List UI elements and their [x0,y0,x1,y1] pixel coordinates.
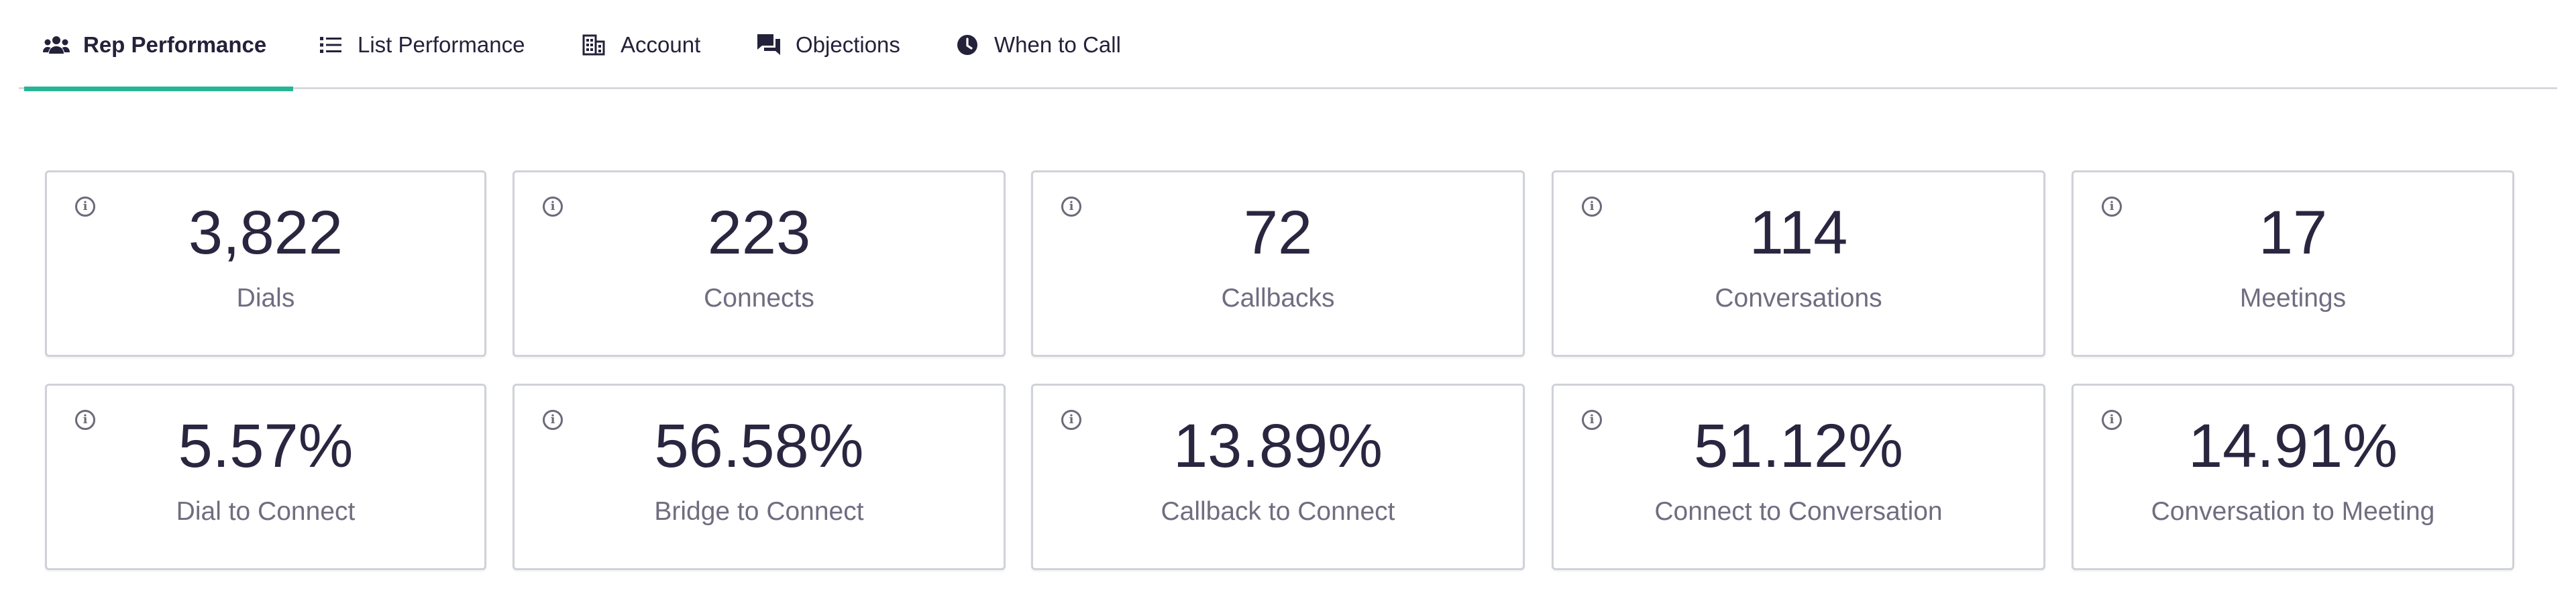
tab-label: Rep Performance [83,32,267,57]
metric-label: Dials [236,284,295,313]
metric-label: Meetings [2239,284,2347,313]
metric-label: Dial to Connect [176,497,356,526]
clock-icon [954,32,981,58]
tab-label: Account [621,32,701,57]
tab-list-performance[interactable]: List Performance [317,0,525,89]
metric-value: 17 [2258,199,2328,267]
metric-label: Bridge to Connect [654,497,864,526]
tab-account[interactable]: Account [580,0,700,89]
metric-card-callback-to-connect: i 13.89% Callback to Connect [1031,384,1525,570]
tab-label: Objections [796,32,900,57]
metric-card-connect-to-conversation: i 51.12% Connect to Conversation [1552,384,2045,570]
metric-value: 14.91% [2188,412,2398,480]
metric-value: 56.58% [654,412,864,480]
metric-label: Connects [704,284,814,313]
report-tabs: Rep Performance List Performance Account… [19,0,2557,91]
tab-rep-performance[interactable]: Rep Performance [23,0,294,91]
tab-label: List Performance [358,32,525,57]
metric-card-dials: i 3,822 Dials [45,170,486,357]
metric-value: 5.57% [178,412,354,480]
metric-label: Callbacks [1221,284,1335,313]
metric-card-bridge-to-connect: i 56.58% Bridge to Connect [513,384,1006,570]
tab-objections[interactable]: Objections [755,0,900,89]
metric-card-dial-to-connect: i 5.57% Dial to Connect [45,384,486,570]
building-icon [580,32,607,58]
tab-label: When to Call [994,32,1121,57]
chat-icon [755,32,782,58]
metric-value: 223 [707,199,811,267]
tab-when-to-call[interactable]: When to Call [954,0,1121,89]
list-icon [317,32,344,58]
metric-value: 51.12% [1693,412,1904,480]
users-icon [43,32,70,58]
metric-card-conversation-to-meeting: i 14.91% Conversation to Meeting [2072,384,2514,570]
metric-card-connects: i 223 Connects [513,170,1006,357]
metric-card-meetings: i 17 Meetings [2072,170,2514,357]
metric-value: 13.89% [1173,412,1383,480]
metric-card-callbacks: i 72 Callbacks [1031,170,1525,357]
metric-value: 114 [1749,199,1848,267]
metric-label: Conversations [1715,284,1882,313]
metric-card-conversations: i 114 Conversations [1552,170,2045,357]
metric-label: Connect to Conversation [1654,497,1943,526]
metric-label: Conversation to Meeting [2151,497,2435,526]
metric-value: 3,822 [188,199,343,267]
metric-value: 72 [1243,199,1313,267]
metric-label: Callback to Connect [1161,497,1395,526]
